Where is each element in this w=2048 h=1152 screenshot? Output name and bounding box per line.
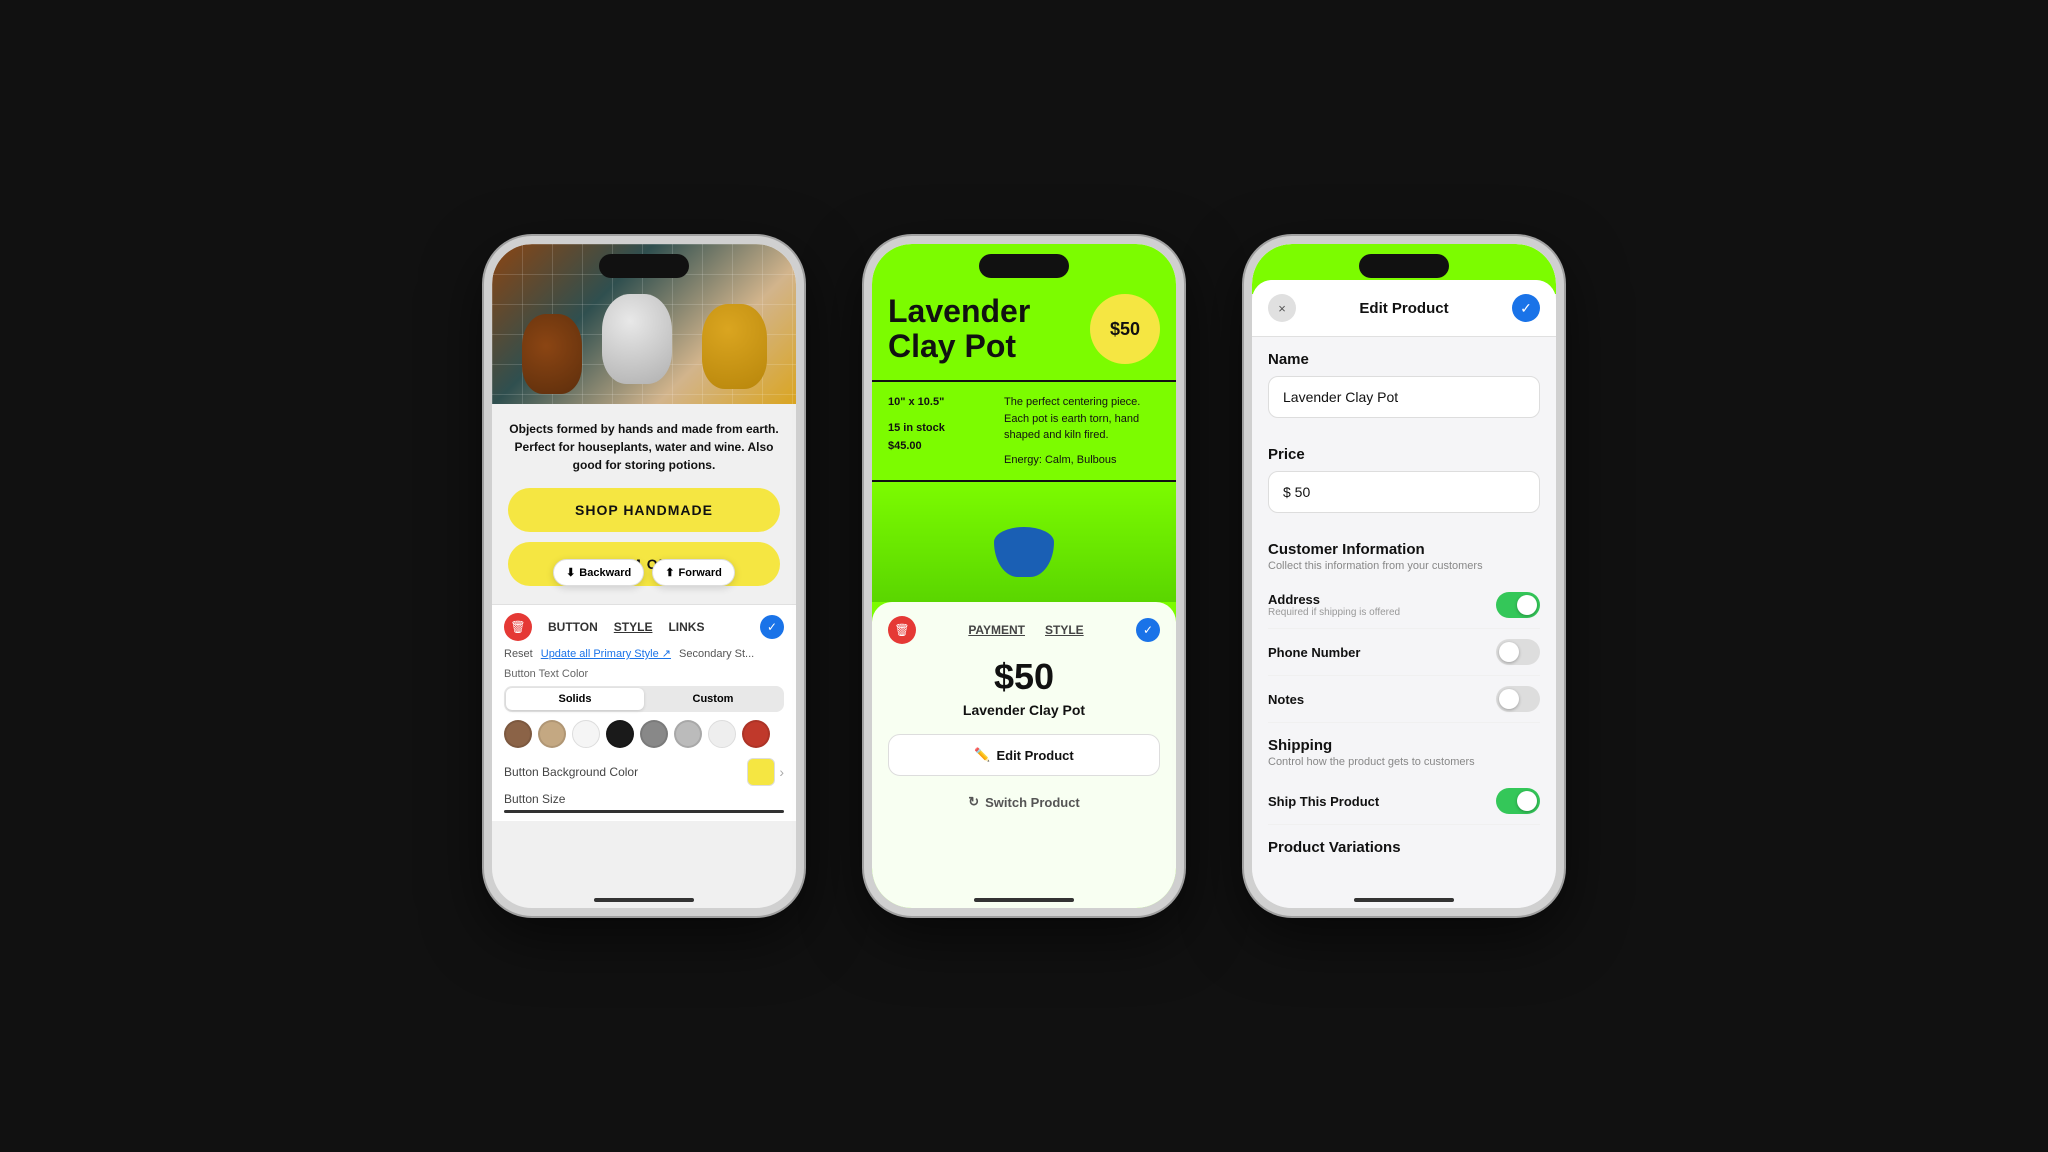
product-title: Lavender Clay Pot [888,294,1078,364]
price-badge: $50 [1090,294,1160,364]
modal-confirm-button[interactable]: ✓ [1512,294,1540,322]
home-indicator-3 [1354,898,1454,902]
payment-delete-button[interactable]: 🗑 [888,616,916,644]
address-label: Address [1268,592,1400,607]
modal-title: Edit Product [1359,300,1448,317]
price-input[interactable]: $ 50 [1268,471,1540,513]
shipping-section: Shipping Control how the product gets to… [1252,723,1556,825]
backward-nav[interactable]: ⬇ Backward [553,559,644,586]
bg-color-indicator[interactable] [747,758,775,786]
payment-confirm-button[interactable]: ✓ [1136,618,1160,642]
text-color-label: Button Text Color [504,668,784,680]
tab-style-2[interactable]: STYLE [1045,623,1084,637]
product-description-text: The perfect centering piece. Each pot is… [1004,394,1160,468]
size-slider[interactable] [504,810,784,813]
notes-row: Notes [1268,676,1540,723]
color-swatch-8[interactable] [742,720,770,748]
close-icon: × [1278,301,1286,316]
chevron-right-icon: › [779,764,784,780]
solids-tab[interactable]: Solids [506,688,644,710]
payment-product-name: Lavender Clay Pot [888,702,1160,718]
toolbar-delete-button[interactable]: 🗑 [504,613,532,641]
phone-number-label: Phone Number [1268,645,1360,660]
product-variations-section: Product Variations [1252,825,1556,888]
ship-product-row: Ship This Product [1268,778,1540,825]
dynamic-island-1 [599,254,689,278]
customer-info-section: Customer Information Collect this inform… [1252,527,1556,723]
color-swatch-5[interactable] [640,720,668,748]
bg-color-label: Button Background Color [504,765,638,779]
phone-number-row: Phone Number [1268,629,1540,676]
pencil-icon: ✏️ [974,747,990,763]
modal-close-button[interactable]: × [1268,294,1296,322]
color-swatch-6[interactable] [674,720,702,748]
phone-2: Lavender Clay Pot $50 10" x 10.5" 15 in … [864,236,1184,916]
btn-size-label: Button Size [504,792,784,806]
home-indicator-2 [974,898,1074,902]
payment-price: $50 [888,656,1160,698]
name-section: Name Lavender Clay Pot [1252,337,1556,418]
ship-product-label: Ship This Product [1268,794,1379,809]
dynamic-island-2 [979,254,1069,278]
phone-1: Objects formed by hands and made from ea… [484,236,804,916]
shipping-title: Shipping [1268,737,1540,754]
custom-tab[interactable]: Custom [644,688,782,710]
reset-label[interactable]: Reset [504,648,533,660]
product-details: 10" x 10.5" 15 in stock $45.00 The perfe… [872,382,1176,482]
color-swatch-2[interactable] [538,720,566,748]
modal-header: × Edit Product ✓ [1252,280,1556,337]
color-swatch-1[interactable] [504,720,532,748]
pot-illustration [994,527,1054,577]
toolbar-confirm-button[interactable]: ✓ [760,615,784,639]
ship-product-toggle[interactable] [1496,788,1540,814]
price-label: Price [1268,446,1540,463]
product-specs: 10" x 10.5" 15 in stock $45.00 [888,394,992,468]
name-input[interactable]: Lavender Clay Pot [1268,376,1540,418]
phone-number-toggle[interactable] [1496,639,1540,665]
color-swatch-4[interactable] [606,720,634,748]
forward-nav[interactable]: ⬆ Forward [652,559,735,586]
price-section: Price $ 50 [1252,432,1556,513]
edit-product-button[interactable]: ✏️ Edit Product [888,734,1160,776]
color-swatches [504,720,784,748]
home-indicator [594,898,694,902]
trash-icon-2: 🗑 [894,623,909,637]
payment-panel: 🗑 PAYMENT STYLE ✓ $50 Lavender Clay Pot … [872,602,1176,908]
tab-style[interactable]: STYLE [614,620,653,634]
dynamic-island-3 [1359,254,1449,278]
phone-3: × Edit Product ✓ Name Lavender Clay Pot … [1244,236,1564,916]
shipping-subtitle: Control how the product gets to customer… [1268,756,1540,768]
tab-payment[interactable]: PAYMENT [968,623,1025,637]
color-swatch-3[interactable] [572,720,600,748]
editor-toolbar: 🗑 BUTTON STYLE LINKS ✓ Reset Update all … [492,604,796,821]
customer-info-subtitle: Collect this information from your custo… [1268,560,1540,572]
edit-product-modal: × Edit Product ✓ Name Lavender Clay Pot … [1252,280,1556,908]
update-primary-style-link[interactable]: Update all Primary Style ↗ [541,647,671,660]
backward-icon: ⬇ [566,566,575,579]
payment-toolbar: 🗑 PAYMENT STYLE ✓ [888,616,1160,644]
notes-label: Notes [1268,692,1304,707]
product-description: Objects formed by hands and made from ea… [508,420,780,474]
payment-tabs: PAYMENT STYLE [968,623,1083,637]
address-row: Address Required if shipping is offered [1268,582,1540,629]
name-label: Name [1268,351,1540,368]
tab-button[interactable]: BUTTON [548,620,598,634]
refresh-icon: ↻ [968,794,979,810]
customer-info-title: Customer Information [1268,541,1540,558]
forward-icon: ⬆ [665,566,674,579]
tab-links[interactable]: LINKS [668,620,704,634]
notes-toggle[interactable] [1496,686,1540,712]
secondary-style-link[interactable]: Secondary St... [679,648,754,660]
checkmark-icon: ✓ [1520,300,1532,317]
address-toggle[interactable] [1496,592,1540,618]
shop-handmade-button[interactable]: SHOP HANDMADE [508,488,780,532]
product-variations-title: Product Variations [1268,839,1540,856]
product-image-area [872,482,1176,602]
color-swatch-7[interactable] [708,720,736,748]
switch-product-button[interactable]: ↻ Switch Product [888,784,1160,820]
trash-icon: 🗑 [510,620,525,634]
address-sub: Required if shipping is offered [1268,607,1400,618]
